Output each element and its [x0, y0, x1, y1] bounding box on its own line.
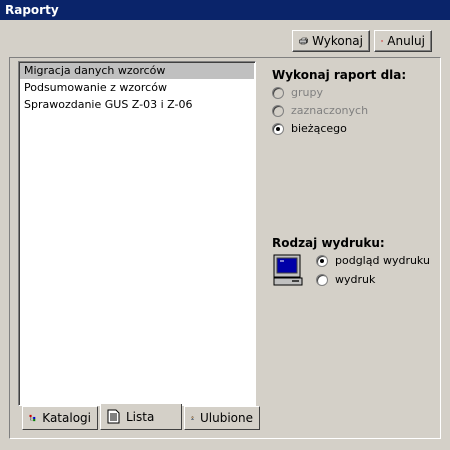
print-option-preview[interactable]: podgląd wydruku	[316, 254, 430, 267]
execute-button[interactable]: Wykonaj	[292, 30, 370, 52]
cancel-label: Anuluj	[387, 34, 425, 48]
printer-icon	[299, 37, 308, 45]
cancel-button[interactable]: Anuluj	[374, 30, 432, 52]
scope-heading: Wykonaj raport dla:	[272, 68, 407, 82]
window-title: Raporty	[0, 0, 450, 20]
tab-label: Lista	[126, 409, 155, 424]
execute-label: Wykonaj	[312, 34, 363, 48]
report-window: Raporty Wykonaj Anuluj Migracja danych w…	[0, 0, 450, 450]
scope-option-current[interactable]: bieżącego	[272, 122, 347, 135]
list-item[interactable]: Migracja danych wzorców	[20, 63, 254, 79]
monitor-icon	[273, 254, 303, 286]
radio-button[interactable]	[316, 254, 328, 267]
tab-label: Ulubione	[199, 411, 253, 425]
option-label: zaznaczonych	[291, 104, 369, 117]
option-label: podgląd wydruku	[335, 254, 430, 267]
tab-katalogi[interactable]: Katalogi	[22, 406, 98, 430]
scope-option-selected: zaznaczonych	[272, 104, 368, 117]
radio-button[interactable]	[272, 122, 284, 135]
tab-lista[interactable]: Lista	[100, 404, 182, 430]
view-tabs: Katalogi Lista Ulubione	[18, 404, 260, 432]
option-label: bieżącego	[291, 122, 347, 135]
list-item[interactable]: Podsumowanie z wzorców	[20, 80, 254, 96]
tab-label: Katalogi	[42, 411, 91, 425]
person-icon	[191, 416, 194, 420]
tab-ulubione[interactable]: Ulubione	[184, 406, 260, 430]
tree-icon	[29, 414, 36, 422]
print-option-print[interactable]: wydruk	[316, 273, 375, 286]
list-item[interactable]: Sprawozdanie GUS Z-03 i Z-06	[20, 97, 254, 113]
document-icon	[107, 409, 120, 424]
radio-button[interactable]	[316, 273, 328, 286]
option-label: grupy	[291, 86, 323, 99]
option-label: wydruk	[335, 273, 376, 286]
report-list[interactable]: Migracja danych wzorców Podsumowanie z w…	[18, 61, 256, 406]
print-type-heading: Rodzaj wydruku:	[272, 236, 385, 250]
radio-button	[272, 86, 284, 99]
close-icon	[381, 39, 384, 43]
scope-option-group: grupy	[272, 86, 323, 99]
radio-button	[272, 104, 284, 117]
